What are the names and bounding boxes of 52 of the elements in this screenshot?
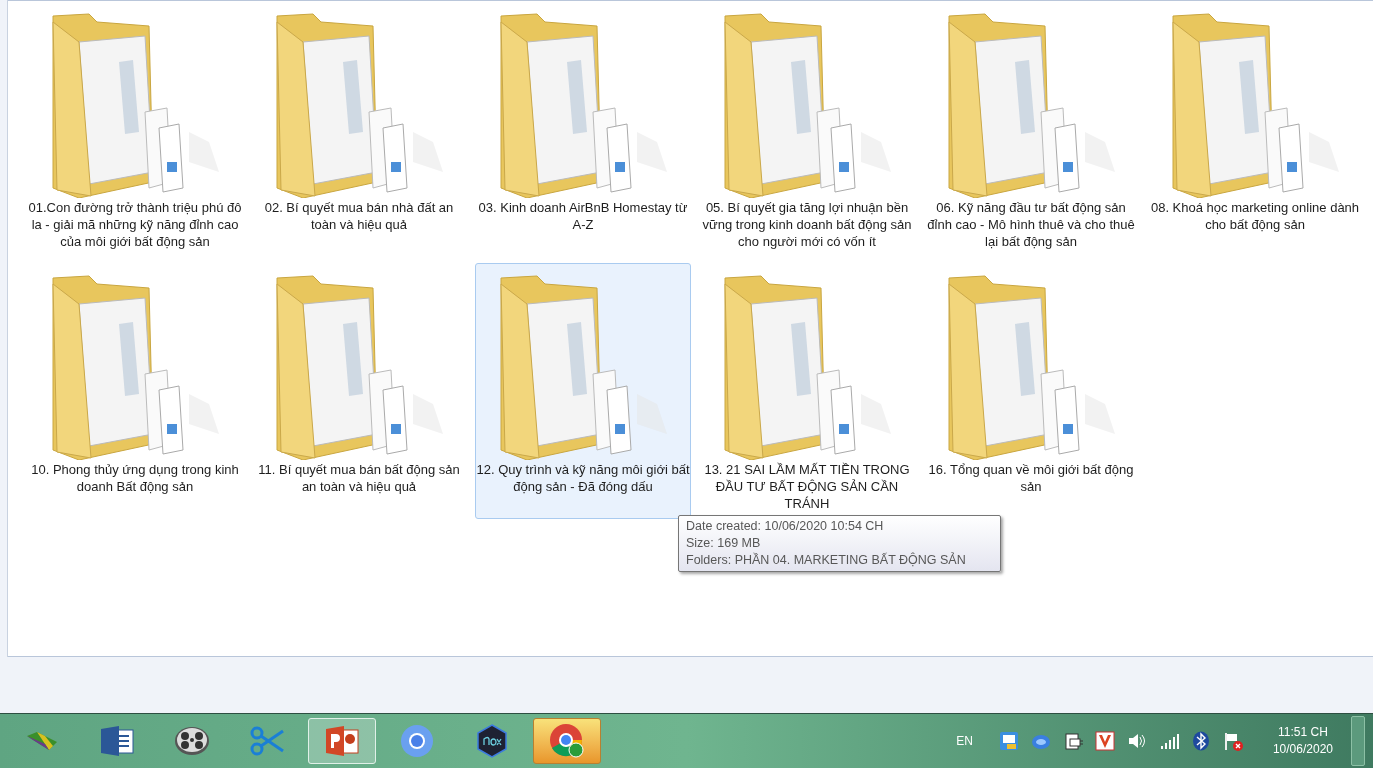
- folder-icon: [273, 12, 445, 198]
- folder-item[interactable]: 08. Khoá học marketing online dành cho bất động sản: [1147, 1, 1363, 257]
- folder-icon: [49, 274, 221, 460]
- flag-icon[interactable]: [1222, 731, 1243, 751]
- folder-label: 02. Bí quyết mua bán nhà đất an toàn và hiệu quả: [263, 199, 455, 233]
- scissors-icon: [249, 725, 285, 757]
- folder-item[interactable]: 16. Tổng quan về môi giới bất động sản: [923, 263, 1139, 519]
- folder-label: 03. Kinh doanh AirBnB Homestay từ A-Z: [477, 199, 689, 233]
- film-reel-icon: [174, 725, 210, 757]
- speaker-icon[interactable]: [1126, 731, 1147, 751]
- browser-icon: [549, 723, 585, 759]
- hexagon-app-icon: [475, 724, 509, 758]
- tooltip-line: Folders: PHẦN 04. MARKETING BẤT ĐỘNG SẢN: [686, 552, 967, 569]
- bluetooth-icon[interactable]: [1190, 731, 1211, 751]
- signal-icon[interactable]: [1158, 731, 1179, 751]
- folder-label: 01.Con đường trở thành triệu phú đô la - giải mã những kỹ năng đỉnh cao của môi giới bất động sản: [28, 199, 242, 250]
- folder-label: 08. Khoá học marketing online dành cho bất động sản: [1149, 199, 1361, 233]
- folder-item[interactable]: 01.Con đường trở thành triệu phú đô la - giải mã những kỹ năng đỉnh cao của môi giới bất động sản: [27, 1, 243, 257]
- ribbon-icon: [25, 730, 59, 752]
- v-logo-icon[interactable]: [1094, 731, 1115, 751]
- tooltip-line: Size: 169 MB: [686, 535, 762, 552]
- folder-item[interactable]: 12. Quy trình và kỹ năng môi giới bất động sản - Đã đóng dấu: [475, 263, 691, 519]
- power-plug-icon[interactable]: [1062, 731, 1083, 751]
- browser-icon: [400, 724, 434, 758]
- folder-item[interactable]: 02. Bí quyết mua bán nhà đất an toàn và hiệu quả: [251, 1, 467, 257]
- folder-icon: [1169, 12, 1341, 198]
- folder-item[interactable]: 10. Phong thủy ứng dụng trong kinh doanh Bất động sản: [27, 263, 243, 519]
- folder-icon: [945, 274, 1117, 460]
- folder-item[interactable]: 03. Kinh doanh AirBnB Homestay từ A-Z: [475, 1, 691, 257]
- folder-label: 11. Bí quyết mua bán bất động sản an toàn và hiệu quả: [257, 461, 461, 495]
- folder-label: 16. Tổng quan về môi giới bất động sản: [927, 461, 1135, 495]
- folder-icon: [945, 12, 1117, 198]
- folder-icon: [49, 12, 221, 198]
- clock-date: 10/06/2020: [1272, 741, 1333, 758]
- tooltip-line: Date created: 10/06/2020 10:54 CH: [686, 518, 885, 535]
- folder-label: 12. Quy trình và kỹ năng môi giới bất động sản - Đã đóng dấu: [476, 461, 690, 495]
- folder-label: 05. Bí quyết gia tăng lợi nhuận bền vững trong kinh doanh bất động sản cho người mới có vốn ít: [701, 199, 913, 250]
- clock-time: 11:51 CH: [1278, 724, 1328, 741]
- folder-icon: [721, 12, 893, 198]
- folder-icon: [497, 274, 669, 460]
- presentation-app-icon: [324, 725, 360, 757]
- folder-icon: [497, 12, 669, 198]
- folder-item[interactable]: 11. Bí quyết mua bán bất động sản an toàn và hiệu quả: [251, 263, 467, 519]
- folder-label: 10. Phong thủy ứng dụng trong kinh doanh Bất động sản: [30, 461, 240, 495]
- keyboard-icon[interactable]: [998, 731, 1019, 751]
- folder-icon: [273, 274, 445, 460]
- folder-item[interactable]: 06. Kỹ năng đầu tư bất động sản đỉnh cao - Mô hình thuê và cho thuê lại bất động sản: [923, 1, 1139, 257]
- folder-icon: [721, 274, 893, 460]
- folder-item[interactable]: 05. Bí quyết gia tăng lợi nhuận bền vững trong kinh doanh bất động sản cho người mới có vốn ít: [699, 1, 915, 257]
- folder-item[interactable]: 13. 21 SAI LẦM MẤT TIỀN TRONG ĐẦU TƯ BẤT ĐỘNG SẢN CẦN TRÁNH: [699, 263, 915, 519]
- folder-label: 06. Kỹ năng đầu tư bất động sản đỉnh cao - Mô hình thuê và cho thuê lại bất động sản: [926, 199, 1136, 250]
- folder-label: 13. 21 SAI LẦM MẤT TIỀN TRONG ĐẦU TƯ BẤT ĐỘNG SẢN CẦN TRÁNH: [703, 461, 911, 512]
